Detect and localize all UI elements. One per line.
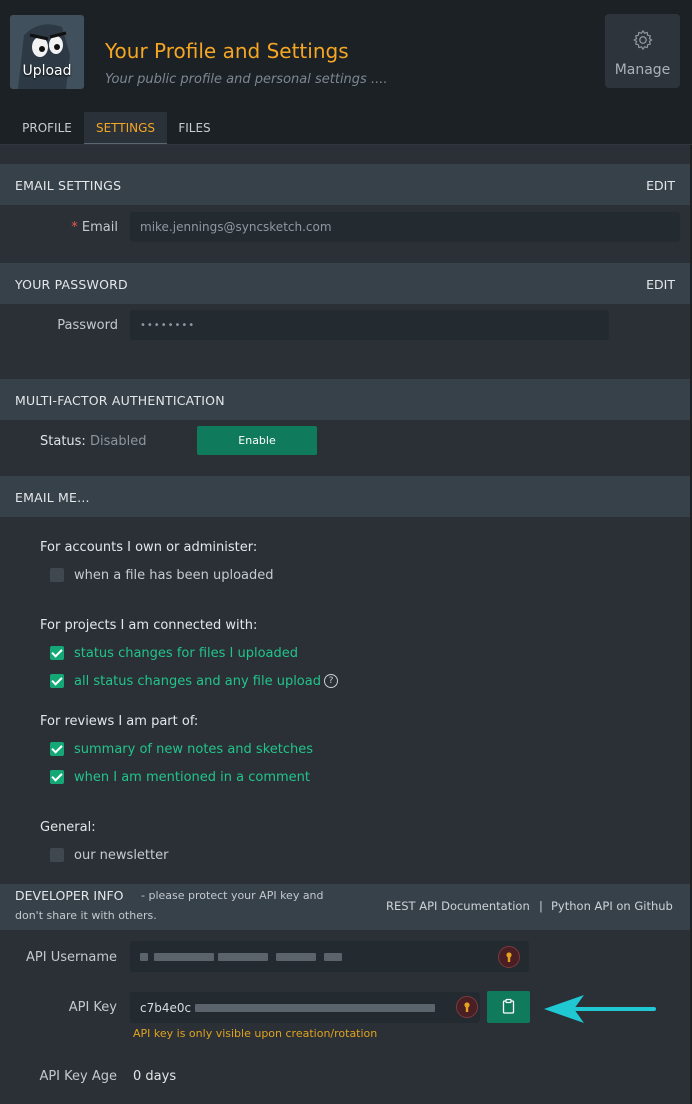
email-settings-header: EMAIL SETTINGS EDIT xyxy=(0,164,690,205)
checkbox-label-newsletter[interactable]: our newsletter xyxy=(74,848,168,863)
required-mark: * xyxy=(71,220,78,235)
tab-profile[interactable]: PROFILE xyxy=(10,112,84,144)
mfa-heading: MULTI-FACTOR AUTHENTICATION xyxy=(15,393,225,408)
group-title-projects: For projects I am connected with: xyxy=(40,618,258,633)
key-icon[interactable] xyxy=(456,996,478,1018)
checkbox-label-status-changes-mine[interactable]: status changes for files I uploaded xyxy=(74,646,298,661)
developer-note-line2: don't share it with others. xyxy=(15,909,157,922)
page-subtitle: Your public profile and personal setting… xyxy=(105,72,388,87)
tab-settings[interactable]: SETTINGS xyxy=(84,112,167,144)
api-username-field[interactable] xyxy=(130,941,529,972)
redacted-text xyxy=(324,952,342,961)
page-title: Your Profile and Settings xyxy=(105,39,349,63)
checkbox-file-uploaded[interactable] xyxy=(50,568,64,582)
keyhole-glyph xyxy=(464,1002,470,1012)
checkbox-all-status-changes[interactable] xyxy=(50,674,64,688)
redacted-text xyxy=(195,1003,436,1012)
api-key-label: API Key xyxy=(68,1000,117,1015)
developer-heading: DEVELOPER INFO xyxy=(15,888,124,903)
api-key-age-label: API Key Age xyxy=(39,1069,117,1084)
api-key-warning: API key is only visible upon creation/ro… xyxy=(133,1027,378,1040)
email-me-header: EMAIL ME... xyxy=(0,476,690,517)
link-separator: | xyxy=(539,899,543,913)
checkbox-status-changes-mine[interactable] xyxy=(50,646,64,660)
group-title-general: General: xyxy=(40,820,96,835)
key-icon[interactable] xyxy=(498,946,520,968)
clipboard-icon xyxy=(502,998,515,1014)
password-edit-button[interactable]: EDIT xyxy=(646,277,675,292)
redacted-text xyxy=(154,952,214,961)
email-label-text: Email xyxy=(81,220,118,235)
api-key-prefix: c7b4e0c xyxy=(140,1000,192,1015)
redacted-text xyxy=(276,952,316,961)
annotation-arrow-icon xyxy=(544,995,656,1023)
checkbox-mentioned[interactable] xyxy=(50,770,64,784)
keyhole-glyph xyxy=(506,952,512,962)
redacted-text xyxy=(218,952,268,961)
redacted-text xyxy=(140,952,148,961)
password-header: YOUR PASSWORD EDIT xyxy=(0,263,690,304)
api-key-age-value: 0 days xyxy=(133,1069,177,1084)
email-edit-button[interactable]: EDIT xyxy=(646,178,675,193)
email-settings-heading: EMAIL SETTINGS xyxy=(15,178,122,193)
developer-note-line1: - please protect your API key and xyxy=(141,889,324,902)
mfa-status-label: Status: xyxy=(40,434,86,449)
email-label: * Email xyxy=(40,220,118,235)
manage-button[interactable]: Manage xyxy=(605,14,680,88)
checkbox-label-summary-notes[interactable]: summary of new notes and sketches xyxy=(74,742,313,757)
password-label: Password xyxy=(57,318,118,333)
api-key-field[interactable]: c7b4e0c xyxy=(130,992,480,1023)
api-username-label: API Username xyxy=(26,950,117,965)
checkbox-label-file-uploaded[interactable]: when a file has been uploaded xyxy=(74,568,274,583)
group-title-accounts: For accounts I own or administer: xyxy=(40,540,258,555)
checkbox-label-mentioned[interactable]: when I am mentioned in a comment xyxy=(74,770,310,785)
avatar[interactable]: Upload xyxy=(10,15,84,89)
password-heading: YOUR PASSWORD xyxy=(15,277,128,292)
email-me-heading: EMAIL ME... xyxy=(15,490,90,505)
mfa-status-value: Disabled xyxy=(90,434,147,449)
mfa-header: MULTI-FACTOR AUTHENTICATION xyxy=(0,379,690,420)
checkbox-label-all-status-changes[interactable]: all status changes and any file upload xyxy=(74,674,321,689)
mfa-enable-button[interactable]: Enable xyxy=(197,426,317,455)
help-icon[interactable]: ? xyxy=(324,674,338,688)
gear-icon xyxy=(633,30,653,50)
avatar-upload-label[interactable]: Upload xyxy=(10,63,84,79)
python-api-github-link[interactable]: Python API on Github xyxy=(551,899,673,913)
email-field[interactable]: mike.jennings@syncsketch.com xyxy=(130,212,680,242)
checkbox-newsletter[interactable] xyxy=(50,848,64,862)
password-field[interactable]: •••••••• xyxy=(130,310,609,340)
copy-api-key-button[interactable] xyxy=(487,991,530,1023)
manage-label: Manage xyxy=(614,62,671,78)
rest-api-docs-link[interactable]: REST API Documentation xyxy=(386,899,530,913)
tab-files[interactable]: FILES xyxy=(167,112,222,144)
checkbox-summary-notes[interactable] xyxy=(50,742,64,756)
group-title-reviews: For reviews I am part of: xyxy=(40,714,199,729)
